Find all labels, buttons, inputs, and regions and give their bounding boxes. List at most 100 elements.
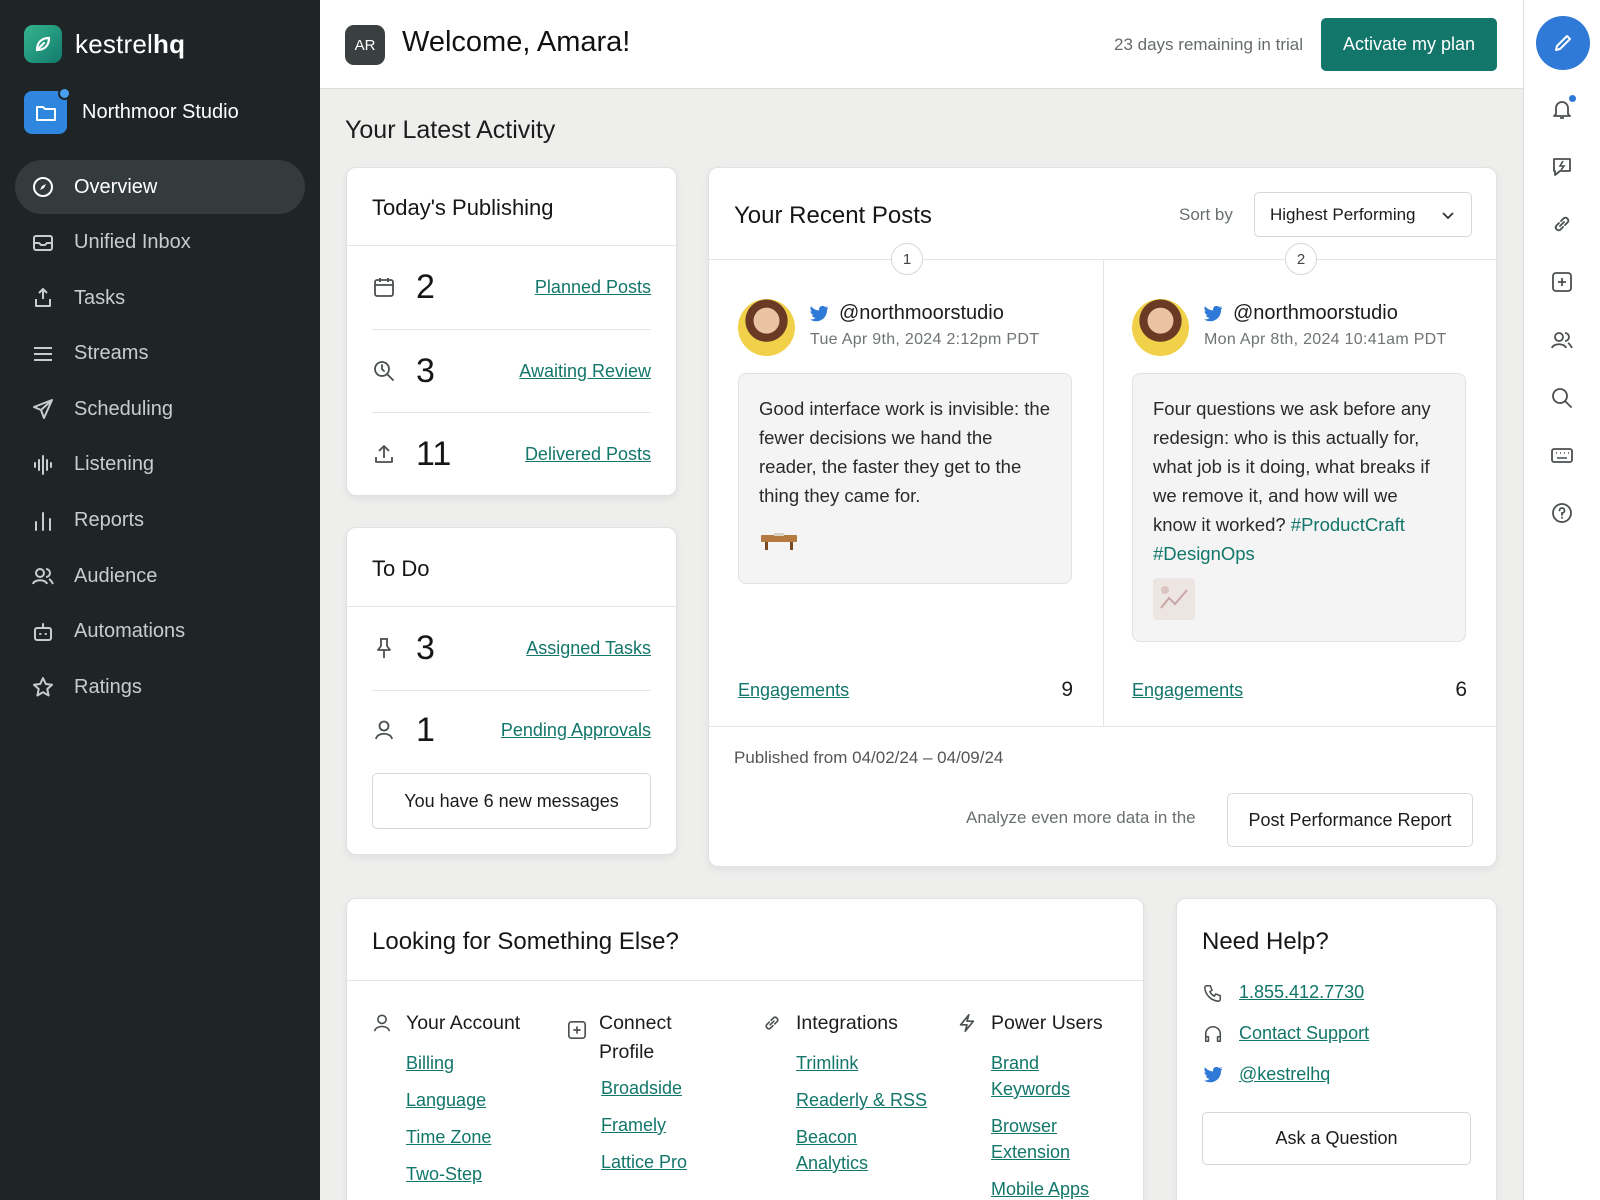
contact-support-link[interactable]: Contact Support [1239,1023,1369,1044]
billing-link[interactable]: Billing [406,1050,557,1076]
two-step-link[interactable]: Two-Step [406,1161,557,1187]
sidebar-item-label: Streams [74,342,149,365]
publishing-card: Today's Publishing 2 Planned Posts 3 Awa… [346,167,677,496]
compass-icon [31,175,55,199]
todo-card: To Do 3 Assigned Tasks 1 Pending Approva… [346,527,677,855]
sidebar-item-audience[interactable]: Audience [15,549,305,603]
beacon-analytics-link[interactable]: Beacon Analytics [796,1124,896,1176]
post-time: Tue Apr 9th, 2024 2:12pm PDT [810,331,1040,348]
post-card[interactable]: @northmoorstudio Mon Apr 8th, 2024 10:41… [1103,260,1498,728]
users-icon[interactable] [1550,328,1574,352]
published-range: Published from 04/02/24 – 04/09/24 [734,748,1004,767]
readerly-rss-link[interactable]: Readerly & RSS [796,1087,947,1113]
robot-icon [31,620,55,644]
notification-dot [58,87,71,100]
bolt-icon [957,1009,979,1042]
users-icon [31,564,55,588]
sort-value: Highest Performing [1270,204,1416,224]
sidebar-item-scheduling[interactable]: Scheduling [15,382,305,436]
column-heading: Integrations [762,1009,947,1042]
phone-link[interactable]: 1.855.412.7730 [1239,982,1364,1003]
mobile-apps-link[interactable]: Mobile Apps [991,1176,1101,1200]
pending-approvals-link[interactable]: Pending Approvals [501,720,651,741]
avatar[interactable]: AR [345,25,385,65]
phone-icon [1202,983,1224,1003]
awaiting-review-link[interactable]: Awaiting Review [519,361,651,382]
search-icon[interactable] [1550,386,1574,410]
sidebar-item-listening[interactable]: Listening [15,438,305,492]
sidebar-item-label: Reports [74,509,145,532]
brand-keywords-link[interactable]: Brand Keywords [991,1050,1081,1102]
sidebar-item-streams[interactable]: Streams [15,327,305,381]
link-list: Brand Keywords Browser Extension Mobile … [991,1050,1132,1200]
messages-button[interactable]: You have 6 new messages [372,773,651,829]
post-performance-report-button[interactable]: Post Performance Report [1227,793,1473,847]
sidebar-item-reports[interactable]: Reports [15,494,305,548]
lattice-pro-link[interactable]: Lattice Pro [601,1149,717,1175]
help-contact-row: Contact Support [1202,1023,1369,1044]
pin-icon [372,636,396,660]
card-title: Your Recent Posts [734,202,932,229]
sidebar: kestrelhq Northmoor Studio Overview Unif… [0,0,320,1200]
column-heading: Power Users [957,1009,1132,1042]
sidebar-item-label: Audience [74,564,158,587]
inbox-icon [31,231,55,255]
post-time: Mon Apr 8th, 2024 10:41am PDT [1204,331,1447,348]
post-body: Good interface work is invisible: the fe… [738,373,1072,584]
sidebar-item-tasks[interactable]: Tasks [15,271,305,325]
sidebar-item-label: Scheduling [74,397,173,420]
divider [347,980,1143,981]
divider [709,726,1496,727]
twitter-icon [1204,305,1222,321]
stat-value: 3 [416,351,435,390]
delivered-posts-link[interactable]: Delivered Posts [525,444,651,465]
compose-icon [1555,35,1571,51]
sidebar-item-unified-inbox[interactable]: Unified Inbox [15,216,305,270]
recent-posts-card: Your Recent Posts Sort by Highest Perfor… [708,167,1497,867]
engagements-link[interactable]: Engagements [738,680,849,701]
twitter-icon [1202,1066,1224,1084]
sidebar-item-automations[interactable]: Automations [15,605,305,659]
sidebar-item-overview[interactable]: Overview [15,160,305,214]
menu-lines-icon [31,342,55,366]
paper-plane-icon [31,397,55,421]
compose-button[interactable] [1536,16,1590,70]
twitter-link[interactable]: @kestrelhq [1239,1064,1330,1085]
card-title: Today's Publishing [372,195,554,220]
add-square-icon[interactable] [1550,270,1574,294]
sidebar-item-ratings[interactable]: Ratings [15,660,305,714]
post-image [1153,578,1445,628]
bell-icon[interactable] [1550,95,1576,121]
trimlink-link[interactable]: Trimlink [796,1050,947,1076]
sort-dropdown[interactable]: Highest Performing [1254,192,1472,237]
stat-row-approvals: 1 Pending Approvals [372,690,651,770]
engagements-link[interactable]: Engagements [1132,680,1243,701]
sidebar-item-label: Unified Inbox [74,231,191,254]
assigned-tasks-link[interactable]: Assigned Tasks [526,638,651,659]
time-zone-link[interactable]: Time Zone [406,1124,557,1150]
right-rail [1523,0,1600,1200]
stat-value: 11 [416,434,452,473]
framely-link[interactable]: Framely [601,1112,717,1138]
activate-plan-button[interactable]: Activate my plan [1321,18,1497,71]
link-list: Billing Language Time Zone Two-Step [406,1050,557,1187]
brand[interactable]: kestrelhq [24,25,185,63]
power-users-column: Power Users Brand Keywords Browser Exten… [957,1009,1132,1200]
calendar-icon [372,275,396,299]
chevron-down-icon [1442,212,1454,220]
add-square-icon [567,1009,587,1049]
planned-posts-link[interactable]: Planned Posts [535,277,651,298]
connect-profile-column: Connect Profile Broadside Framely Lattic… [567,1009,717,1186]
org-switcher[interactable]: Northmoor Studio [24,87,239,134]
post-card[interactable]: @northmoorstudio Tue Apr 9th, 2024 2:12p… [709,260,1104,728]
link-icon[interactable] [1550,212,1574,236]
broadside-link[interactable]: Broadside [601,1075,717,1101]
headphones-icon [1202,1024,1224,1044]
chat-bolt-icon[interactable] [1550,155,1574,179]
keyboard-icon[interactable] [1550,443,1574,467]
language-link[interactable]: Language [406,1087,557,1113]
browser-extension-link[interactable]: Browser Extension [991,1113,1081,1165]
brand-name: kestrelhq [75,28,186,59]
help-icon[interactable] [1550,501,1574,525]
ask-question-button[interactable]: Ask a Question [1202,1112,1471,1165]
